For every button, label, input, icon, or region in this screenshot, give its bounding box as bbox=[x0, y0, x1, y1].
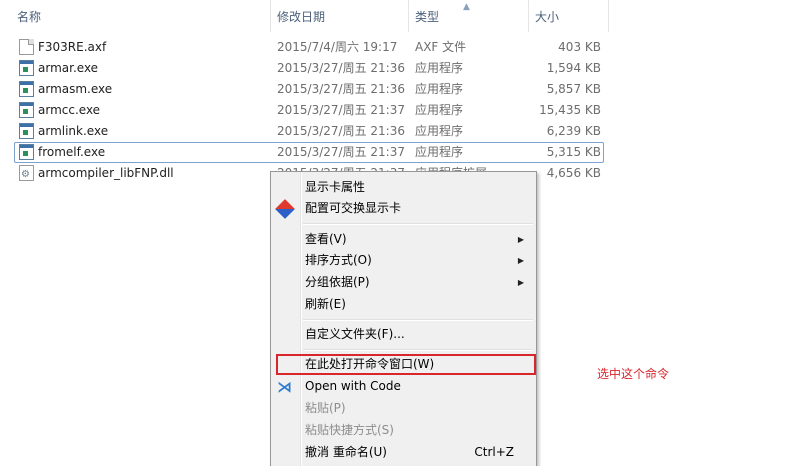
sort-ascending-icon: ▲ bbox=[463, 2, 470, 12]
file-row[interactable]: armcc.exe 2015/3/27/周五 21:37 应用程序 15,435… bbox=[14, 100, 604, 121]
menu-item-label: 刷新(E) bbox=[305, 297, 346, 311]
context-menu: 显示卡属性 配置可交换显示卡 查看(V) ▶ 排序方式(O) ▶ 分组依据(P)… bbox=[270, 171, 537, 466]
file-type: 应用程序 bbox=[415, 103, 464, 117]
menu-item-label: 配置可交换显示卡 bbox=[305, 201, 402, 215]
menu-item-undo-rename[interactable]: 撤消 重命名(U) Ctrl+Z bbox=[273, 442, 534, 463]
dll-icon bbox=[19, 164, 34, 185]
menu-item-label: 撤消 重命名(U) bbox=[305, 445, 387, 459]
file-name: armcc.exe bbox=[38, 103, 101, 117]
file-size: 15,435 KB bbox=[539, 103, 601, 117]
menu-item-group-by[interactable]: 分组依据(P) ▶ bbox=[273, 272, 534, 293]
file-type: AXF 文件 bbox=[415, 40, 467, 54]
highlight-box bbox=[276, 354, 536, 375]
document-icon bbox=[19, 39, 34, 55]
file-name: armar.exe bbox=[38, 61, 99, 75]
menu-separator bbox=[303, 349, 533, 351]
menu-item-label: Open with Code bbox=[305, 379, 401, 393]
menu-item-display-properties[interactable]: 显示卡属性 bbox=[273, 177, 534, 198]
file-name: armlink.exe bbox=[38, 124, 109, 138]
file-name: F303RE.axf bbox=[38, 40, 107, 54]
menu-item-configure-display[interactable]: 配置可交换显示卡 bbox=[273, 198, 534, 219]
graphics-card-icon bbox=[275, 199, 295, 219]
menu-item-label: 查看(V) bbox=[305, 232, 347, 246]
menu-item-paste-shortcut: 粘贴快捷方式(S) bbox=[273, 420, 534, 441]
submenu-arrow-icon: ▶ bbox=[517, 256, 524, 265]
menu-item-label: 排序方式(O) bbox=[305, 253, 372, 267]
menu-item-label: 自定义文件夹(F)... bbox=[305, 327, 405, 341]
file-date: 2015/3/27/周五 21:36 bbox=[277, 124, 405, 138]
exe-icon bbox=[19, 81, 34, 97]
menu-item-label: 分组依据(P) bbox=[305, 275, 370, 289]
file-type: 应用程序 bbox=[415, 61, 464, 75]
menu-item-label: 粘贴(P) bbox=[305, 401, 346, 415]
file-size: 5,857 KB bbox=[546, 82, 601, 96]
file-row[interactable]: F303RE.axf 2015/7/4/周六 19:17 AXF 文件 403 … bbox=[14, 37, 604, 58]
file-type: 应用程序 bbox=[415, 145, 464, 159]
file-size: 1,594 KB bbox=[546, 61, 601, 75]
submenu-arrow-icon: ▶ bbox=[517, 278, 524, 287]
file-name: armcompiler_libFNP.dll bbox=[38, 166, 174, 180]
file-name: armasm.exe bbox=[38, 82, 113, 96]
file-date: 2015/3/27/周五 21:37 bbox=[277, 145, 405, 159]
file-row[interactable]: armar.exe 2015/3/27/周五 21:36 应用程序 1,594 … bbox=[14, 58, 604, 79]
menu-item-paste: 粘贴(P) bbox=[273, 398, 534, 419]
file-row[interactable]: armlink.exe 2015/3/27/周五 21:36 应用程序 6,23… bbox=[14, 121, 604, 142]
exe-icon bbox=[19, 144, 34, 160]
menu-item-shortcut: Ctrl+Z bbox=[474, 445, 514, 459]
file-size: 4,656 KB bbox=[546, 166, 601, 180]
menu-separator bbox=[303, 223, 533, 225]
column-header-size[interactable]: 大小 bbox=[529, 0, 609, 32]
file-size: 403 KB bbox=[558, 40, 601, 54]
file-date: 2015/3/27/周五 21:36 bbox=[277, 61, 405, 75]
submenu-arrow-icon: ▶ bbox=[517, 235, 524, 244]
file-date: 2015/3/27/周五 21:37 bbox=[277, 103, 405, 117]
file-date: 2015/3/27/周五 21:36 bbox=[277, 82, 405, 96]
menu-item-customize-folder[interactable]: 自定义文件夹(F)... bbox=[273, 324, 534, 345]
menu-item-sort-by[interactable]: 排序方式(O) ▶ bbox=[273, 250, 534, 271]
column-header-bar: 名称 修改日期 类型 大小 ▲ bbox=[0, 0, 805, 32]
file-size: 5,315 KB bbox=[546, 145, 601, 159]
menu-item-view[interactable]: 查看(V) ▶ bbox=[273, 229, 534, 250]
column-header-name[interactable]: 名称 bbox=[0, 0, 271, 32]
annotation-text: 选中这个命令 bbox=[597, 367, 670, 381]
menu-separator bbox=[303, 319, 533, 321]
menu-item-label: 粘贴快捷方式(S) bbox=[305, 423, 394, 437]
file-size: 6,239 KB bbox=[546, 124, 601, 138]
file-name: fromelf.exe bbox=[38, 145, 106, 159]
menu-item-label: 显示卡属性 bbox=[305, 180, 366, 194]
vscode-icon: ⋊ bbox=[277, 378, 292, 396]
file-row[interactable]: armasm.exe 2015/3/27/周五 21:36 应用程序 5,857… bbox=[14, 79, 604, 100]
menu-item-open-with-code[interactable]: ⋊ Open with Code bbox=[273, 376, 534, 397]
column-header-date[interactable]: 修改日期 bbox=[271, 0, 409, 32]
file-type: 应用程序 bbox=[415, 124, 464, 138]
file-row-selected[interactable]: fromelf.exe 2015/3/27/周五 21:37 应用程序 5,31… bbox=[14, 142, 604, 163]
file-date: 2015/7/4/周六 19:17 bbox=[277, 40, 398, 54]
exe-icon bbox=[19, 102, 34, 118]
file-type: 应用程序 bbox=[415, 82, 464, 96]
exe-icon bbox=[19, 123, 34, 139]
exe-icon bbox=[19, 60, 34, 76]
menu-item-refresh[interactable]: 刷新(E) bbox=[273, 294, 534, 315]
